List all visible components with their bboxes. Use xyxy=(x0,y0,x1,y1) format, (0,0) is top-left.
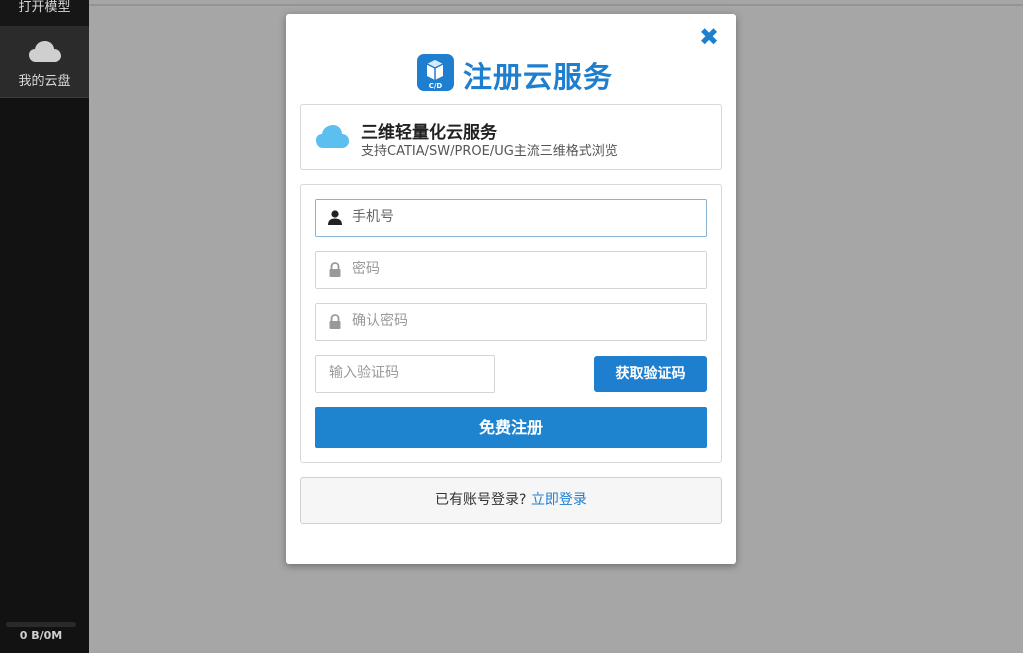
register-button[interactable]: 免费注册 xyxy=(315,407,707,448)
cube-logo-icon: C/D xyxy=(426,60,444,90)
password-field[interactable] xyxy=(315,251,707,289)
sidebar-item-my-cloud[interactable]: 我的云盘 xyxy=(0,27,89,98)
captcha-field[interactable] xyxy=(315,355,495,393)
captcha-input[interactable] xyxy=(329,356,489,390)
phone-field[interactable] xyxy=(315,199,707,237)
login-prompt-box: 已有账号登录? 立即登录 xyxy=(300,477,722,524)
phone-input[interactable] xyxy=(352,200,692,234)
get-code-button[interactable]: 获取验证码 xyxy=(594,356,707,392)
login-link[interactable]: 立即登录 xyxy=(531,492,587,508)
cloud-icon xyxy=(316,125,349,148)
register-form: 获取验证码 免费注册 xyxy=(300,184,722,463)
confirm-password-input[interactable] xyxy=(352,304,692,338)
register-dialog: ✖ C/D 注册云服务 三维轻量化云服务 支持CATIA/SW/PROE/UG主… xyxy=(286,14,736,564)
close-button[interactable]: ✖ xyxy=(698,23,720,51)
user-icon xyxy=(328,210,342,225)
confirm-password-field[interactable] xyxy=(315,303,707,341)
sidebar-item-label: 我的云盘 xyxy=(18,74,71,89)
storage-usage-text: 0 B/0M xyxy=(19,629,63,642)
close-icon: ✖ xyxy=(698,23,720,51)
sidebar-item-label: 打开模型 xyxy=(18,0,71,15)
toolbar-divider xyxy=(89,4,1023,6)
lock-icon xyxy=(329,314,341,329)
sidebar: 打开模型 我的云盘 0 B/0M xyxy=(0,0,89,653)
lock-icon xyxy=(329,262,341,277)
promo-subtitle: 支持CATIA/SW/PROE/UG主流三维格式浏览 xyxy=(361,144,618,159)
password-input[interactable] xyxy=(352,252,692,286)
dialog-title: 注册云服务 xyxy=(463,60,614,94)
sidebar-item-open-model[interactable]: 打开模型 xyxy=(0,0,89,27)
login-prompt-text: 已有账号登录? xyxy=(435,492,527,508)
logo-text: C/D xyxy=(429,82,443,90)
service-promo: 三维轻量化云服务 支持CATIA/SW/PROE/UG主流三维格式浏览 xyxy=(300,104,722,170)
logo: C/D xyxy=(417,54,454,91)
cloud-icon xyxy=(29,41,61,62)
storage-progress-bar xyxy=(6,622,76,627)
